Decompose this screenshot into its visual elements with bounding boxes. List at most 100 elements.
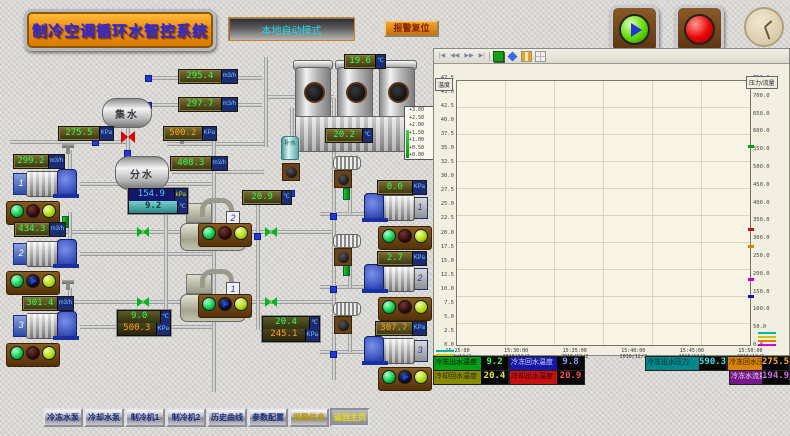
start-button[interactable] (610, 5, 659, 54)
aux-pump (334, 316, 352, 334)
chiller-1[interactable]: 1 (180, 274, 244, 324)
axis-marker (748, 278, 754, 281)
legend-chilled-supply-press: 冷冻出水压力 590.3 (645, 356, 727, 371)
cooling-tower (293, 58, 333, 116)
axis-tick: 2.5 (434, 329, 454, 334)
axis-tick: 10.0 (434, 287, 454, 292)
fan-icon (388, 82, 409, 103)
pump2-flow-readout: 434.3m3/h (14, 222, 66, 237)
time-range-icon[interactable] (521, 51, 532, 62)
cooling-pump-1[interactable]: 1 (362, 192, 428, 222)
pan-icon[interactable] (507, 51, 517, 61)
fan-icon (346, 82, 367, 103)
bottom-nav: 冷冻水泵 冷却水泵 制冷机1 制冷机2 历史曲线 参数配置 报警信息 返回主页 (43, 408, 370, 427)
nav-cooling-pump[interactable]: 冷却水泵 (84, 408, 124, 427)
pen-color-strip (758, 332, 776, 348)
axis-tick: 450.0 (753, 183, 787, 188)
supply-press-temp-readout: 154.9kPa 9.2℃ (128, 188, 188, 214)
strainer-icon (333, 234, 361, 248)
axis-tick: 20.0 (434, 231, 454, 236)
stop-button[interactable] (675, 5, 724, 54)
axis-tick: 550.0 (753, 147, 787, 152)
pipe-sensor (254, 233, 261, 240)
gate-valve-icon (62, 144, 74, 148)
alarm-reset-button[interactable]: 报警复位 (384, 20, 439, 37)
chiller-2[interactable]: 2 (180, 203, 244, 253)
cool-out-temp-readout: 20.9℃ (242, 190, 292, 205)
mode-display: 本地自动模式 (228, 17, 355, 41)
divide-water-tank: 分水 (115, 156, 169, 190)
chiller1-left-readout: 9.0℃ 500.3KPa (117, 310, 171, 336)
pipe (256, 196, 260, 330)
plot-area (456, 80, 751, 346)
forward-icon[interactable]: ▶▶ (463, 51, 474, 61)
first-page-icon[interactable]: |◀ (438, 51, 446, 61)
axis-tick: 37.5 (434, 132, 454, 137)
level-mark: +2.00 (409, 123, 433, 128)
tower-temp-readout: 19.6℃ (344, 54, 386, 69)
axis-marker (748, 145, 754, 148)
legend-chilled-return-temp: 冷冻回水温度 9.8 (509, 356, 585, 371)
lever-valve-icon (343, 188, 350, 200)
nav-return-home[interactable]: 返回主页 (330, 408, 370, 427)
collect-water-tank: 集水 (102, 98, 152, 128)
axis-marker (748, 245, 754, 248)
rewind-icon[interactable]: ◀◀ (449, 51, 460, 61)
pipe (320, 212, 364, 216)
chiller1-status-lights (198, 294, 252, 318)
axis-tick: 50.0 (753, 325, 787, 330)
pump3-status-lights (6, 343, 60, 367)
cooling-pump3-press-readout: 307.7KPa (375, 321, 427, 336)
pipe-sensor (145, 75, 152, 82)
nav-alarm-info[interactable]: 报警信息 (289, 408, 329, 427)
axis-tick: 350.0 (753, 218, 787, 223)
nav-parameter-config[interactable]: 参数配置 (248, 408, 288, 427)
axis-tick: 300.0 (753, 236, 787, 241)
chilled-pump-2[interactable]: 2 (13, 238, 79, 268)
legend-chilled-flow: 冷冻水流量 194.9 (729, 370, 790, 385)
chilled-pump-1[interactable]: 1 (13, 168, 79, 198)
legend-chilled-return-press: 冷冻回水压力 275.5 (727, 356, 790, 371)
tank-label: 集水 (115, 106, 139, 121)
app-title-plate: 制冷空调循环水智控系统 (24, 9, 216, 51)
axis-tick: 12.5 (434, 273, 454, 278)
strainer-icon (333, 156, 361, 170)
axis-tick: 42.5 (434, 104, 454, 109)
nav-chilled-pump[interactable]: 冷冻水泵 (43, 408, 83, 427)
last-page-icon[interactable]: ▶| (478, 51, 486, 61)
cooling-pump-3[interactable]: 3 (362, 335, 428, 365)
left-axis-label: 温度 (435, 78, 453, 91)
clock (744, 7, 784, 47)
start-icon (619, 14, 650, 45)
chilled-pump-3[interactable]: 3 (13, 310, 79, 340)
right-axis-label: 压力/流量 (746, 76, 778, 89)
pipe-sensor (330, 351, 337, 358)
axis-tick: 400.0 (753, 201, 787, 206)
fan-icon (304, 82, 325, 103)
legend-cooling-return-temp: 冷却回水温度 20.4 (433, 370, 509, 385)
grid-toggle-icon[interactable] (535, 51, 546, 62)
basin-temp-readout: 20.2℃ (325, 128, 373, 143)
strainer-icon (333, 302, 361, 316)
legend-cooling-supply-temp: 冷却出水温度 20.9 (509, 370, 585, 385)
cooling-pump3-status-lights (378, 367, 432, 391)
cooling-pump2-status-lights (378, 297, 432, 321)
zoom-in-icon[interactable] (493, 51, 504, 62)
trend-chart-panel: |◀ ◀◀ ▶▶ ▶| 温度 压力/流量 47.545.042.540.037.… (433, 48, 790, 356)
axis-tick: 600.0 (753, 129, 787, 134)
cooling-pump-2[interactable]: 2 (362, 263, 428, 293)
axis-tick: 25.0 (434, 202, 454, 207)
chart-toolbar: |◀ ◀◀ ▶▶ ▶| (434, 49, 789, 64)
cooling-pump2-press-readout: 2.7KPa (377, 251, 427, 266)
axis-tick: 200.0 (753, 272, 787, 277)
nav-chiller-2[interactable]: 制冷机2 (166, 408, 206, 427)
pipe (264, 57, 268, 147)
level-mark: +0.50 (409, 146, 433, 151)
pump2-status-lights (6, 271, 60, 295)
axis-tick: 500.0 (753, 165, 787, 170)
nav-chiller-1[interactable]: 制冷机1 (125, 408, 165, 427)
pipe (320, 285, 364, 289)
level-mark: +1.50 (409, 131, 433, 136)
hmi-screen: 制冷空调循环水智控系统 本地自动模式 报警复位 (0, 0, 790, 436)
nav-history-curve[interactable]: 历史曲线 (207, 408, 247, 427)
